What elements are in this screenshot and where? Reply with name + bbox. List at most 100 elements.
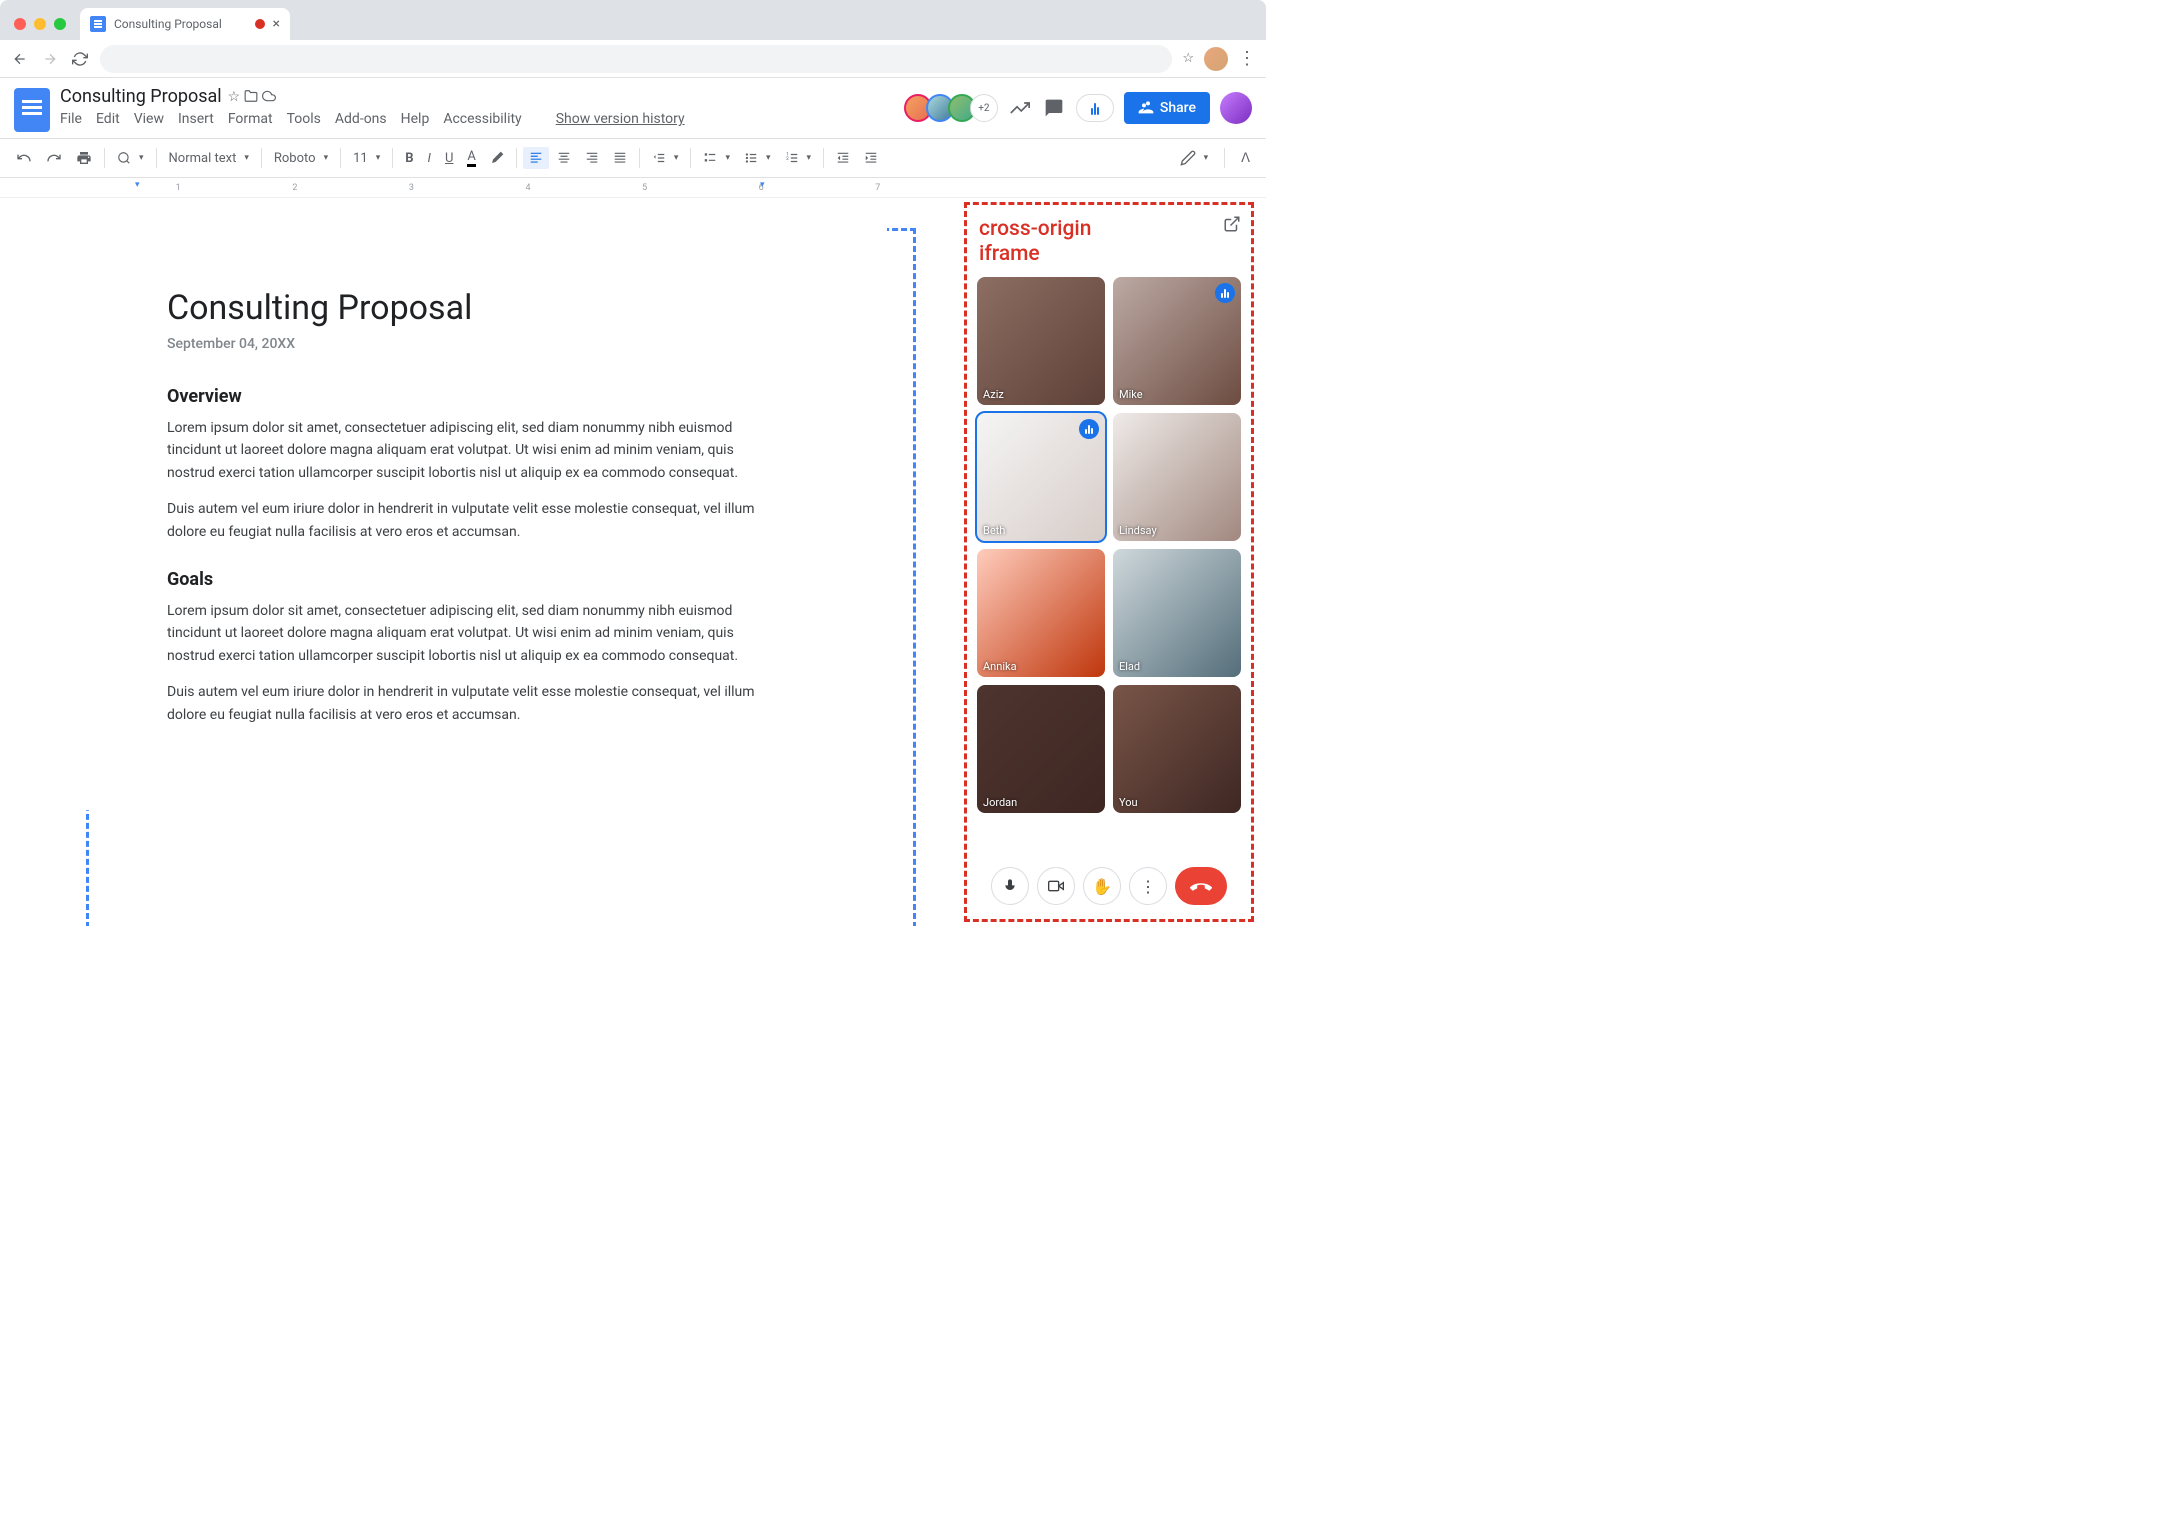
- cloud-status-icon[interactable]: [262, 89, 276, 105]
- camera-button[interactable]: [1037, 867, 1075, 905]
- speaking-indicator-icon: [1079, 419, 1099, 439]
- ruler-tick: 2: [237, 183, 354, 193]
- numbered-list-button[interactable]: 12: [779, 147, 818, 169]
- menu-format[interactable]: Format: [228, 111, 273, 127]
- raise-hand-button[interactable]: ✋: [1083, 867, 1121, 905]
- ruler-tick: 3: [353, 183, 470, 193]
- collapse-toolbar-button[interactable]: ᐱ: [1235, 147, 1256, 170]
- doc-paragraph[interactable]: Duis autem vel eum iriure dolor in hendr…: [167, 681, 767, 726]
- align-right-button[interactable]: [579, 147, 605, 169]
- participant-name: Annika: [983, 660, 1017, 673]
- hangup-button[interactable]: [1175, 867, 1227, 905]
- url-input[interactable]: [100, 45, 1172, 73]
- indent-button[interactable]: [858, 147, 884, 169]
- menu-accessibility[interactable]: Accessibility: [443, 111, 521, 127]
- redo-button[interactable]: [40, 146, 68, 170]
- address-bar: ☆ ⋮: [0, 40, 1266, 78]
- doc-heading-1[interactable]: Consulting Proposal: [167, 288, 797, 328]
- mute-button[interactable]: [991, 867, 1029, 905]
- activity-icon[interactable]: [1008, 96, 1032, 120]
- outdent-button[interactable]: [830, 147, 856, 169]
- video-tile[interactable]: Jordan: [977, 685, 1105, 813]
- ruler-indent-marker-icon[interactable]: ▾: [760, 180, 765, 190]
- paragraph-style-select[interactable]: Normal text: [163, 147, 255, 170]
- doc-heading-overview[interactable]: Overview: [167, 386, 797, 407]
- meet-button[interactable]: [1076, 94, 1114, 122]
- bulleted-list-button[interactable]: [738, 147, 777, 169]
- account-avatar[interactable]: [1220, 92, 1252, 124]
- bold-button[interactable]: B: [399, 147, 419, 170]
- maximize-window-icon[interactable]: [54, 18, 66, 30]
- video-tile[interactable]: You: [1113, 685, 1241, 813]
- reload-button[interactable]: [70, 49, 90, 69]
- browser-menu-icon[interactable]: ⋮: [1238, 48, 1256, 69]
- video-tile[interactable]: Lindsay: [1113, 413, 1241, 541]
- document-canvas[interactable]: main content area Consulting Proposal Se…: [0, 198, 964, 926]
- menu-edit[interactable]: Edit: [96, 111, 120, 127]
- underline-button[interactable]: U: [439, 147, 459, 170]
- browser-chrome: Consulting Proposal × ☆ ⋮: [0, 0, 1266, 78]
- tab-close-icon[interactable]: ×: [273, 16, 280, 32]
- highlight-button[interactable]: [484, 147, 510, 169]
- version-history-link[interactable]: Show version history: [556, 111, 685, 127]
- font-select[interactable]: Roboto: [268, 147, 334, 170]
- document-title[interactable]: Consulting Proposal: [60, 86, 222, 107]
- collaborator-avatars[interactable]: +2: [910, 94, 998, 122]
- bookmark-star-icon[interactable]: ☆: [1182, 51, 1194, 66]
- align-center-button[interactable]: [551, 147, 577, 169]
- browser-profile-avatar[interactable]: [1204, 47, 1228, 71]
- browser-tab[interactable]: Consulting Proposal ×: [80, 8, 290, 40]
- menu-help[interactable]: Help: [401, 111, 430, 127]
- ruler[interactable]: ▾ 1 2 3 4 5 6 7 ▾: [0, 178, 1266, 198]
- doc-heading-goals[interactable]: Goals: [167, 569, 797, 590]
- video-tile[interactable]: Aziz: [977, 277, 1105, 405]
- menu-view[interactable]: View: [134, 111, 164, 127]
- participant-name: Lindsay: [1119, 524, 1157, 537]
- video-grid: Aziz Mike Beth Lindsay Annika Elad Jorda…: [975, 275, 1243, 815]
- collaborator-overflow[interactable]: +2: [970, 94, 998, 122]
- menu-tools[interactable]: Tools: [287, 111, 321, 127]
- star-document-icon[interactable]: ☆: [228, 89, 241, 105]
- docs-logo-icon[interactable]: [14, 88, 50, 132]
- video-tile[interactable]: Mike: [1113, 277, 1241, 405]
- line-spacing-button[interactable]: [646, 147, 685, 169]
- doc-date[interactable]: September 04, 20XX: [167, 336, 797, 352]
- comments-icon[interactable]: [1042, 96, 1066, 120]
- participant-name: You: [1119, 796, 1138, 809]
- menu-addons[interactable]: Add-ons: [335, 111, 387, 127]
- undo-button[interactable]: [10, 146, 38, 170]
- video-tile[interactable]: Annika: [977, 549, 1105, 677]
- close-window-icon[interactable]: [14, 18, 26, 30]
- checklist-button[interactable]: [697, 147, 736, 169]
- annotation-iframe-label: cross-origin iframe: [975, 213, 1243, 275]
- text-color-button[interactable]: A: [461, 145, 481, 171]
- menu-file[interactable]: File: [60, 111, 82, 127]
- menu-insert[interactable]: Insert: [178, 111, 214, 127]
- document-page[interactable]: Consulting Proposal September 04, 20XX O…: [77, 218, 887, 810]
- back-button[interactable]: [10, 49, 30, 69]
- print-button[interactable]: [70, 146, 98, 170]
- doc-paragraph[interactable]: Duis autem vel eum iriure dolor in hendr…: [167, 498, 767, 543]
- menu-bar: File Edit View Insert Format Tools Add-o…: [60, 111, 900, 127]
- zoom-select[interactable]: [111, 147, 150, 169]
- window-controls: [14, 18, 66, 30]
- doc-paragraph[interactable]: Lorem ipsum dolor sit amet, consectetuer…: [167, 600, 767, 667]
- share-button[interactable]: Share: [1124, 92, 1210, 124]
- video-tile[interactable]: Elad: [1113, 549, 1241, 677]
- call-controls: ✋ ⋮: [975, 853, 1243, 911]
- move-document-icon[interactable]: [244, 89, 258, 105]
- recording-indicator-icon: [255, 19, 265, 29]
- editing-mode-button[interactable]: [1174, 146, 1215, 170]
- italic-button[interactable]: I: [422, 147, 437, 170]
- participant-name: Mike: [1119, 388, 1143, 401]
- video-tile[interactable]: Beth: [977, 413, 1105, 541]
- minimize-window-icon[interactable]: [34, 18, 46, 30]
- doc-paragraph[interactable]: Lorem ipsum dolor sit amet, consectetuer…: [167, 417, 767, 484]
- popout-icon[interactable]: [1223, 215, 1241, 233]
- align-justify-button[interactable]: [607, 147, 633, 169]
- more-options-button[interactable]: ⋮: [1129, 867, 1167, 905]
- tab-strip: Consulting Proposal ×: [0, 0, 1266, 40]
- forward-button[interactable]: [40, 49, 60, 69]
- align-left-button[interactable]: [523, 147, 549, 169]
- font-size-select[interactable]: 11: [347, 147, 386, 170]
